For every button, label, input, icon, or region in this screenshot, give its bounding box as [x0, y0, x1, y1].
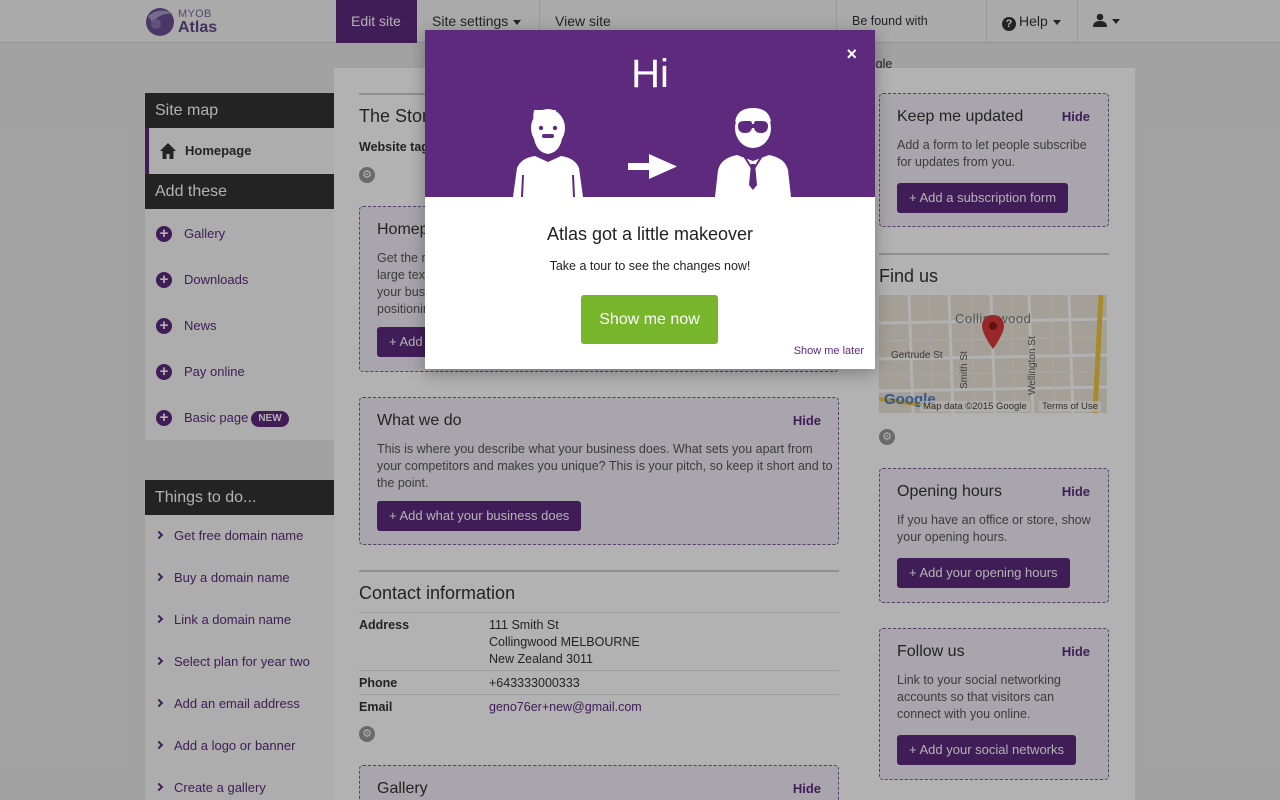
modal-subtext: Take a tour to see the changes now! — [549, 259, 751, 273]
modal-header-banner: Hi × — [425, 30, 875, 197]
suited-man-icon — [715, 108, 791, 197]
before-after-illustration — [513, 108, 791, 197]
modal-heading: Atlas got a little makeover — [546, 224, 754, 244]
show-me-later-link[interactable]: Show me later — [794, 345, 864, 357]
bearded-man-icon — [513, 109, 583, 197]
makeover-modal: Hi × Atlas got a little makeover Take a … — [425, 30, 875, 369]
show-me-now-button[interactable]: Show me now — [581, 295, 718, 344]
arrow-right-icon — [628, 154, 677, 179]
